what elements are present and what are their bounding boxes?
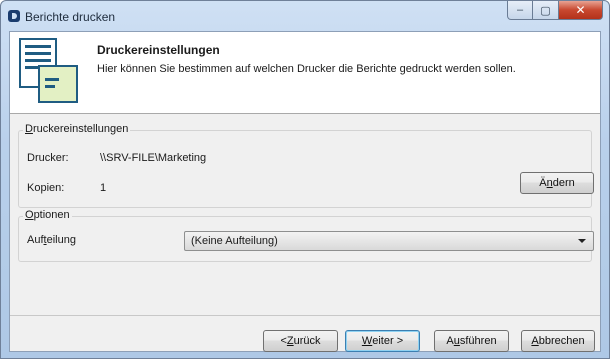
minimize-button[interactable]: – xyxy=(507,1,533,20)
copies-value: 1 xyxy=(100,182,107,194)
cancel-button-post: bbrechen xyxy=(538,335,585,347)
chevron-down-icon xyxy=(578,239,586,243)
back-button[interactable]: < Zurück xyxy=(263,330,338,352)
back-button-post: urück xyxy=(293,335,321,347)
title-bar[interactable]: Berichte drucken – ▢ ✕ xyxy=(1,1,609,31)
window-controls: – ▢ ✕ xyxy=(507,1,603,21)
cancel-button[interactable]: Abbrechen xyxy=(521,330,595,352)
run-button-pre: A xyxy=(446,335,454,347)
header-subtitle: Hier können Sie bestimmen auf welchen Dr… xyxy=(97,63,516,75)
next-button[interactable]: Weiter > xyxy=(345,330,420,352)
change-button-text-pre: Ä xyxy=(539,177,547,189)
app-logo-icon xyxy=(8,10,20,22)
run-button-post: sführen xyxy=(459,335,497,347)
options-group-title: Optionen xyxy=(23,209,72,221)
printer-label: Drucker: xyxy=(27,152,69,164)
printer-group-title-rest: ruckereinstellungen xyxy=(32,123,129,135)
dialog-window: Berichte drucken – ▢ ✕ Druckereinstellun… xyxy=(0,0,610,359)
printer-settings-group: Druckereinstellungen Drucker: \\SRV-FILE… xyxy=(18,123,594,208)
header-title: Druckereinstellungen xyxy=(97,43,220,57)
split-label-pre: Auf xyxy=(27,234,44,246)
split-dropdown[interactable]: (Keine Aufteilung) xyxy=(184,231,594,251)
printer-group-title: Druckereinstellungen xyxy=(23,123,131,135)
options-group-title-mnemonic: O xyxy=(25,209,34,221)
split-label: Aufteilung xyxy=(27,234,76,246)
printer-group-title-mnemonic: D xyxy=(25,123,33,135)
wizard-header: Druckereinstellungen Hier können Sie bes… xyxy=(10,32,600,114)
run-button[interactable]: Au sführen xyxy=(434,330,509,352)
change-printer-button[interactable]: Än dern xyxy=(520,172,594,194)
dialog-body: Druckereinstellungen Hier können Sie bes… xyxy=(9,31,601,352)
next-button-post: eiter > xyxy=(372,335,404,347)
options-group-title-rest: ptionen xyxy=(33,209,70,221)
options-group: Optionen Aufteilung (Keine Aufteilung) xyxy=(18,209,594,262)
back-button-mnemonic: Z xyxy=(286,335,294,347)
next-button-mnemonic: W xyxy=(361,335,373,347)
window-title: Berichte drucken xyxy=(25,10,116,24)
split-label-post: eilung xyxy=(46,234,76,246)
cancel-button-mnemonic: A xyxy=(531,335,539,347)
change-button-text-post: dern xyxy=(552,177,575,189)
printer-value: \\SRV-FILE\Marketing xyxy=(100,152,207,164)
split-dropdown-value: (Keine Aufteilung) xyxy=(191,235,278,247)
close-button[interactable]: ✕ xyxy=(559,1,603,20)
copies-label: Kopien: xyxy=(27,182,65,194)
maximize-button[interactable]: ▢ xyxy=(533,1,559,20)
footer-divider xyxy=(10,315,600,316)
document-print-icon xyxy=(19,38,78,103)
